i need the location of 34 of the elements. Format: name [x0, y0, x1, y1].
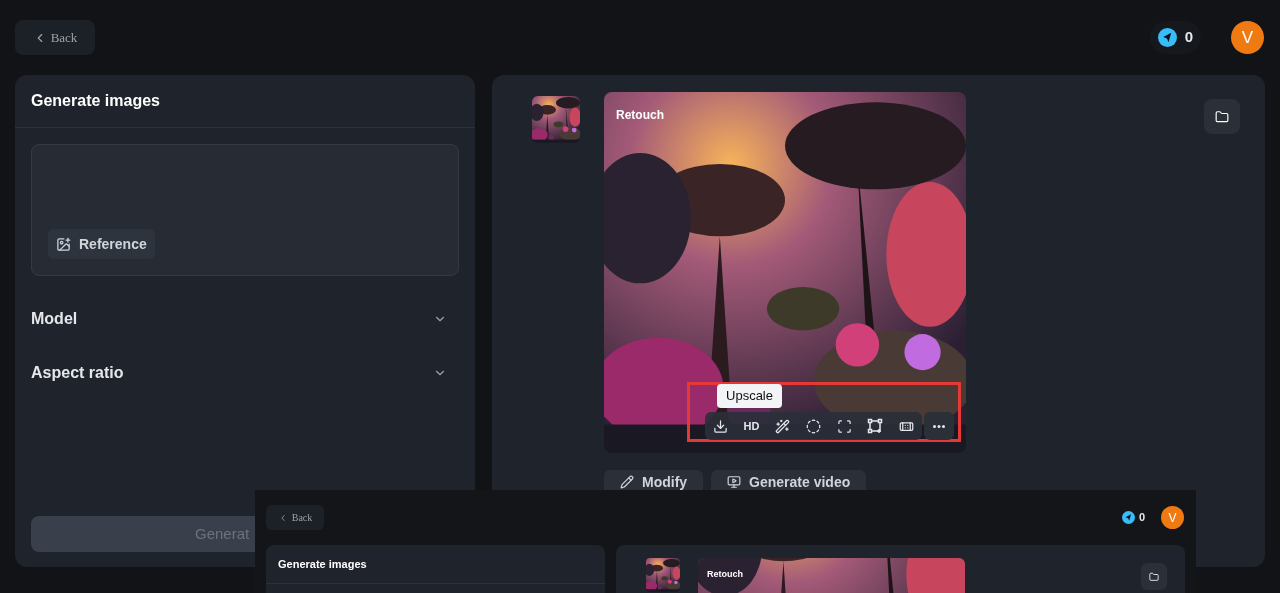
setting-row[interactable]: Model [15, 292, 475, 346]
download-icon[interactable] [712, 418, 728, 434]
action-button[interactable]: Generate video [711, 470, 867, 490]
more-button[interactable] [924, 412, 954, 440]
credits-badge[interactable]: 0 [1149, 21, 1201, 54]
folder-button[interactable] [1141, 563, 1167, 590]
star-coin-icon [1157, 28, 1177, 47]
more-icon [933, 424, 945, 428]
magic-wand-icon[interactable] [775, 418, 791, 434]
dashed-circle-icon[interactable] [805, 418, 821, 434]
credit-count: 0 [1138, 510, 1145, 526]
scan-icon[interactable] [836, 418, 852, 434]
folder-icon [1149, 571, 1159, 582]
panel-title: Generate images [31, 91, 160, 111]
setting-row[interactable]: Aspect ratio [15, 346, 475, 400]
pencil-icon [620, 475, 634, 489]
star-coin-icon [1121, 511, 1135, 524]
image-label: Retouch [707, 568, 743, 581]
back-button[interactable]: Back [266, 505, 324, 530]
panel-title: Generate images [278, 556, 367, 572]
video-icon [727, 475, 742, 489]
reference-button[interactable]: Reference [48, 229, 155, 259]
reference-dropzone[interactable]: Reference [31, 144, 459, 276]
transform-icon [867, 418, 884, 434]
image-label: Retouch [616, 107, 664, 124]
image-plus-icon [56, 236, 71, 252]
credits-badge[interactable]: 0 [1117, 506, 1149, 529]
action-button[interactable]: Modify [604, 470, 704, 490]
back-button[interactable]: Back [15, 20, 95, 55]
folder-icon [1215, 109, 1229, 124]
upscale-button[interactable]: HD [743, 417, 760, 435]
folder-button[interactable] [1204, 99, 1240, 134]
tooltip: Upscale [717, 384, 782, 408]
credit-count: 0 [1184, 27, 1193, 48]
